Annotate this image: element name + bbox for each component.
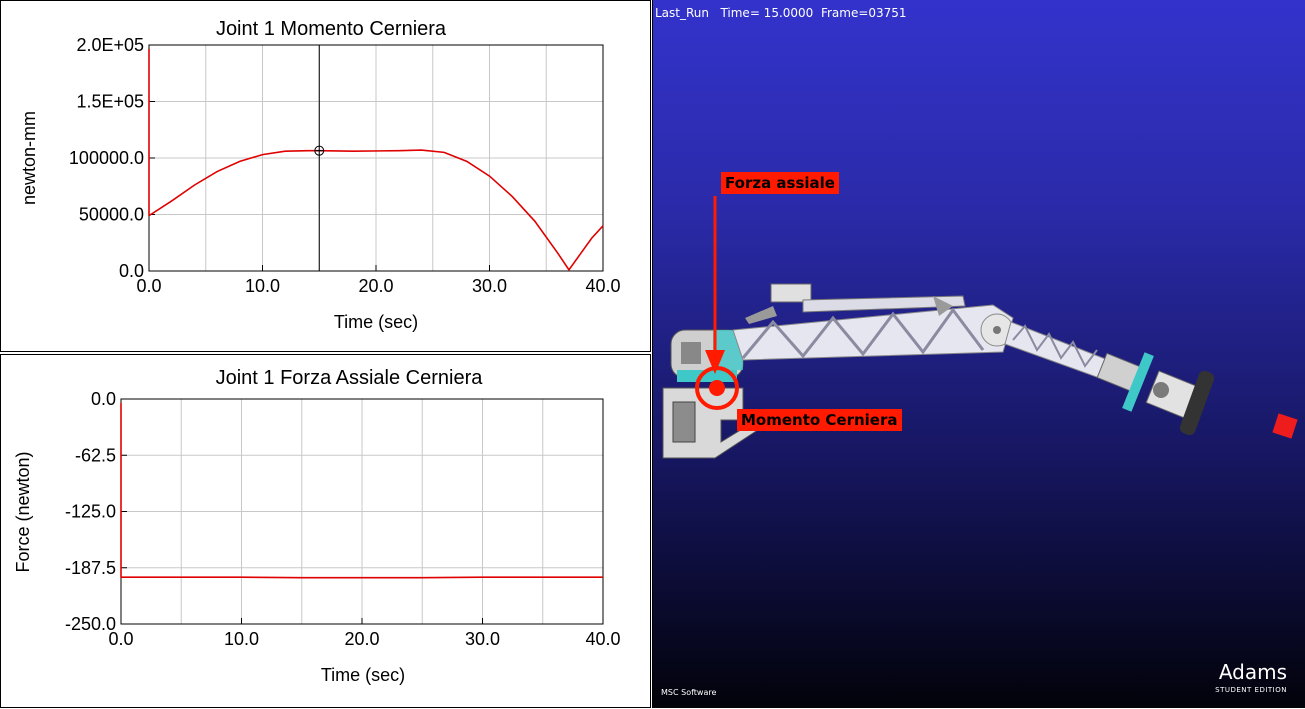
x-tick-label: 20.0	[344, 629, 379, 649]
forza-plot-panel[interactable]: Joint 1 Forza Assiale Cerniera 0.0 10.0 20…	[0, 354, 651, 708]
crane-model	[653, 0, 1305, 708]
adams-logo: Adams	[1219, 660, 1287, 684]
y-axis-label: Force (newton)	[13, 451, 33, 572]
y-tick-label: 2.0E+05	[76, 35, 144, 55]
forza-plot-area: 0.010.020.030.040.00.0-62.5-125.0-187.5-…	[65, 389, 621, 649]
y-tick-label: -187.5	[65, 558, 116, 578]
callout-forza-assiale: Forza assiale	[721, 172, 839, 194]
x-tick-label: 10.0	[245, 276, 280, 296]
x-axis-label: Time (sec)	[321, 665, 405, 685]
joint-marker-dot	[709, 380, 725, 396]
momento-plot-panel[interactable]: Joint 1 Momento Cerniera 0.0 10.0 20.0 30.0…	[0, 0, 651, 352]
callout-momento-cerniera: Momento Cerniera	[737, 409, 902, 431]
chart-title: Joint 1 Forza Assiale Cerniera	[216, 367, 484, 389]
y-tick-label: 0.0	[119, 261, 144, 281]
msc-software-logo: MSC Software	[661, 688, 716, 697]
x-tick-label: 40.0	[585, 629, 620, 649]
x-tick-label: 30.0	[472, 276, 507, 296]
forza-plot-svg: Joint 1 Forza Assiale Cerniera 0.0 10.0 20…	[1, 355, 652, 709]
y-tick-label: -250.0	[65, 614, 116, 634]
target-marker	[1272, 413, 1297, 438]
x-tick-label: 30.0	[465, 629, 500, 649]
animation-viewport[interactable]: Last_Run Time= 15.0000 Frame=03751	[652, 0, 1305, 708]
x-tick-label: 10.0	[224, 629, 259, 649]
x-axis-label: Time (sec)	[334, 312, 418, 332]
x-tick-label: 40.0	[585, 276, 620, 296]
y-tick-label: 1.5E+05	[76, 92, 144, 112]
x-tick-label: 20.0	[358, 276, 393, 296]
y-tick-label: -62.5	[75, 445, 116, 465]
y-tick-label: 100000.0	[69, 148, 144, 168]
chart-title: Joint 1 Momento Cerniera	[216, 18, 447, 40]
y-tick-label: 0.0	[91, 389, 116, 409]
secondary-arm	[1005, 322, 1216, 437]
momento-plot-area: 0.010.020.030.040.00.050000.0100000.01.5…	[69, 35, 621, 296]
main-boom	[733, 284, 1013, 360]
y-axis-label: newton-mm	[19, 111, 39, 205]
y-tick-label: -125.0	[65, 502, 116, 522]
y-tick-label: 50000.0	[79, 205, 144, 225]
momento-plot-svg: Joint 1 Momento Cerniera 0.0 10.0 20.0 30.0…	[1, 1, 652, 353]
student-edition-label: STUDENT EDITION	[1215, 686, 1287, 694]
